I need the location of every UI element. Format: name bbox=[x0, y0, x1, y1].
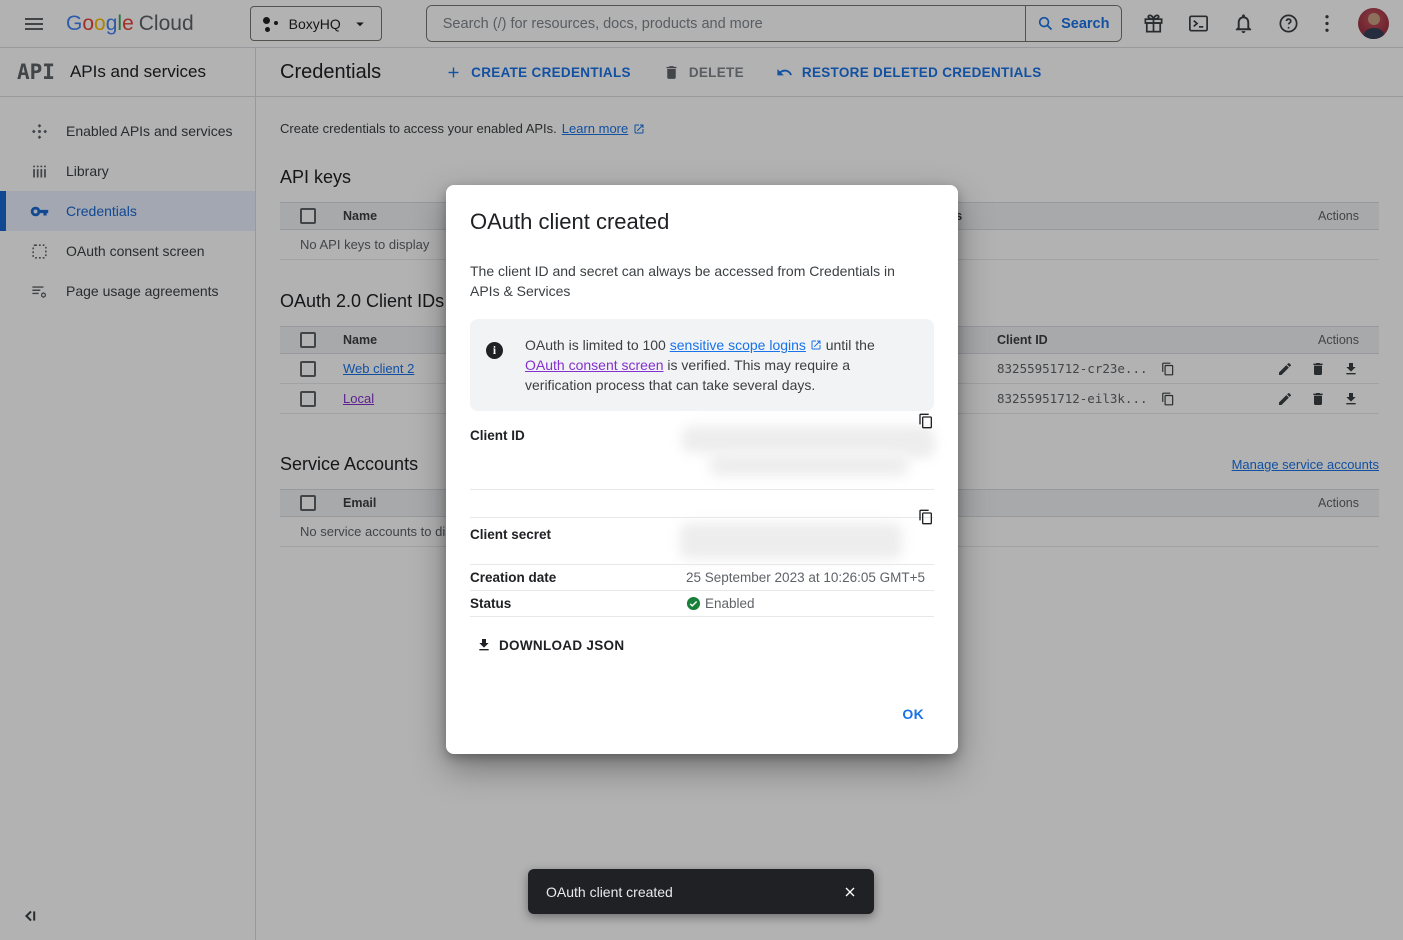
info-icon: i bbox=[486, 342, 503, 359]
close-icon bbox=[842, 884, 858, 900]
snackbar: OAuth client created bbox=[528, 869, 874, 914]
sensitive-scope-logins-link[interactable]: sensitive scope logins bbox=[670, 337, 806, 353]
snackbar-close-button[interactable] bbox=[832, 874, 868, 910]
notice-text: OAuth is limited to 100 sensitive scope … bbox=[525, 335, 918, 395]
ok-button[interactable]: OK bbox=[892, 698, 934, 730]
client-secret-label: Client secret bbox=[470, 527, 686, 542]
creation-date-value: 25 September 2023 at 10:26:05 GMT+5 bbox=[686, 570, 934, 585]
download-json-button[interactable]: DOWNLOAD JSON bbox=[470, 631, 630, 659]
redacted-value bbox=[710, 454, 908, 476]
dialog-description: The client ID and secret can always be a… bbox=[470, 261, 910, 301]
external-link-icon bbox=[810, 339, 822, 351]
copy-client-secret-icon[interactable] bbox=[918, 509, 934, 525]
status-row: Status Enabled bbox=[470, 591, 934, 617]
dialog-spacer bbox=[470, 659, 934, 698]
copy-client-id-icon[interactable] bbox=[918, 413, 934, 429]
status-value: Enabled bbox=[686, 596, 934, 611]
client-id-label: Client ID bbox=[470, 428, 686, 443]
status-label: Status bbox=[470, 596, 686, 611]
redacted-value bbox=[682, 426, 934, 453]
creation-date-label: Creation date bbox=[470, 570, 686, 585]
verification-notice: i OAuth is limited to 100 sensitive scop… bbox=[470, 319, 934, 411]
client-secret-row: Client secret bbox=[470, 517, 934, 565]
snackbar-message: OAuth client created bbox=[546, 884, 673, 900]
row-spacer bbox=[470, 490, 934, 517]
download-icon bbox=[476, 637, 492, 653]
redacted-value bbox=[680, 523, 902, 559]
redacted-value bbox=[905, 442, 932, 456]
client-id-row: Client ID bbox=[470, 419, 934, 490]
dialog-title: OAuth client created bbox=[470, 209, 934, 235]
oauth-client-created-dialog: OAuth client created The client ID and s… bbox=[446, 185, 958, 754]
oauth-consent-screen-link[interactable]: OAuth consent screen bbox=[525, 357, 664, 373]
enabled-check-icon bbox=[686, 596, 701, 611]
creation-date-row: Creation date 25 September 2023 at 10:26… bbox=[470, 565, 934, 591]
